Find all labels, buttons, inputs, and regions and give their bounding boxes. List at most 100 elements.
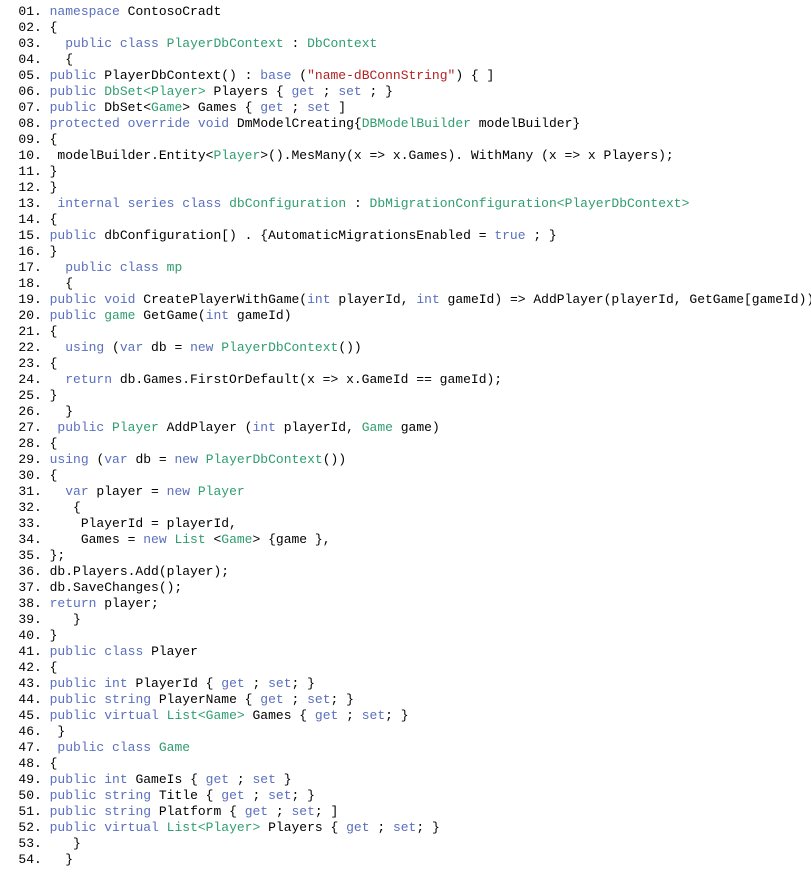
code-line: 21. { [6,324,811,340]
code-token [104,420,112,435]
line-number: 01 [6,4,34,20]
code-line: 40. } [6,628,811,644]
code-token: mp [167,260,183,275]
code-line: 26. } [6,404,811,420]
line-dot: . [34,804,42,819]
line-number: 36 [6,564,34,580]
code-token: ; } [416,820,439,835]
code-token: gameId) => AddPlayer(playerId, GetGame[g… [440,292,811,307]
code-token [112,260,120,275]
line-dot: . [34,420,42,435]
code-token: { [42,276,73,291]
line-number: 12 [6,180,34,196]
code-token: CreatePlayerWithGame( [135,292,307,307]
code-token: ; [284,100,307,115]
line-dot: . [34,244,42,259]
code-line: 14. { [6,212,811,228]
code-token: } [42,388,58,403]
code-token: ( [89,452,105,467]
code-token: internal [57,196,119,211]
code-line: 05. public PlayerDbContext() : base ("na… [6,68,811,84]
code-token: }; [42,548,65,563]
code-token: db.Games.FirstOrDefault(x => x.GameId ==… [112,372,502,387]
line-number: 43 [6,676,34,692]
code-token: set [268,788,291,803]
code-token: int [104,676,127,691]
line-number: 10 [6,148,34,164]
code-token: game [104,308,135,323]
code-line: 20. public game GetGame(int gameId) [6,308,811,324]
line-number: 03 [6,36,34,52]
line-dot: . [34,196,42,211]
line-dot: . [34,820,42,835]
line-dot: . [34,84,42,99]
code-token: { [42,324,58,339]
code-token: public [50,788,97,803]
code-line: 30. { [6,468,811,484]
code-token: DbSet<Player> [104,84,205,99]
code-line: 45. public virtual List<Game> Games { ge… [6,708,811,724]
code-line: 52. public virtual List<Player> Players … [6,820,811,836]
code-line: 53. } [6,836,811,852]
line-dot: . [34,212,42,227]
code-line: 34. Games = new List <Game> {game }, [6,532,811,548]
line-number: 04 [6,52,34,68]
code-token: base [260,68,291,83]
line-dot: . [34,676,42,691]
code-token: var [104,452,127,467]
code-token: Game [221,532,252,547]
line-dot: . [34,260,42,275]
code-token: } [42,724,65,739]
code-token: } [42,164,58,179]
code-token: var [65,484,88,499]
line-dot: . [34,516,42,531]
code-token: } [42,836,81,851]
code-token: string [104,804,151,819]
code-token: using [50,452,89,467]
code-token: List [174,532,205,547]
code-line: 35. }; [6,548,811,564]
line-dot: . [34,580,42,595]
code-token: public [50,228,97,243]
code-token: PlayerName { [151,692,260,707]
code-token: class [104,644,143,659]
code-token: get [245,804,268,819]
code-token [42,644,50,659]
code-token: Players { [206,84,292,99]
code-token [42,692,50,707]
line-dot: . [34,852,42,867]
code-token: set [307,692,330,707]
code-line: 37. db.SaveChanges(); [6,580,811,596]
code-token: dbConfiguration[) . {AutomaticMigrations… [96,228,494,243]
line-number: 09 [6,132,34,148]
code-token [42,452,50,467]
code-token: ; [315,84,338,99]
code-token: } [42,852,73,867]
code-token: GameIs { [128,772,206,787]
code-token: ; } [292,676,315,691]
code-token: PlayerDbContext() : [96,68,260,83]
code-token: ( [104,340,120,355]
line-dot: . [34,388,42,403]
code-token: } [42,180,58,195]
code-token: DbMigrationConfiguration<PlayerDbContext… [370,196,690,211]
code-token: } [276,772,292,787]
line-dot: . [34,548,42,563]
code-token: ; [245,676,268,691]
code-token [42,708,50,723]
code-line: 07. public DbSet<Game> Games { get ; set… [6,100,811,116]
line-dot: . [34,468,42,483]
code-token: ( [291,68,307,83]
line-dot: . [34,52,42,67]
code-token [190,484,198,499]
code-token [42,4,50,19]
line-dot: . [34,708,42,723]
line-number: 33 [6,516,34,532]
code-line: 10. modelBuilder.Entity<Player>().MesMan… [6,148,811,164]
code-line: 24. return db.Games.FirstOrDefault(x => … [6,372,811,388]
code-token: public [50,68,97,83]
code-token: playerId, [331,292,417,307]
code-line: 06. public DbSet<Player> Players { get ;… [6,84,811,100]
code-token [190,116,198,131]
line-number: 41 [6,644,34,660]
